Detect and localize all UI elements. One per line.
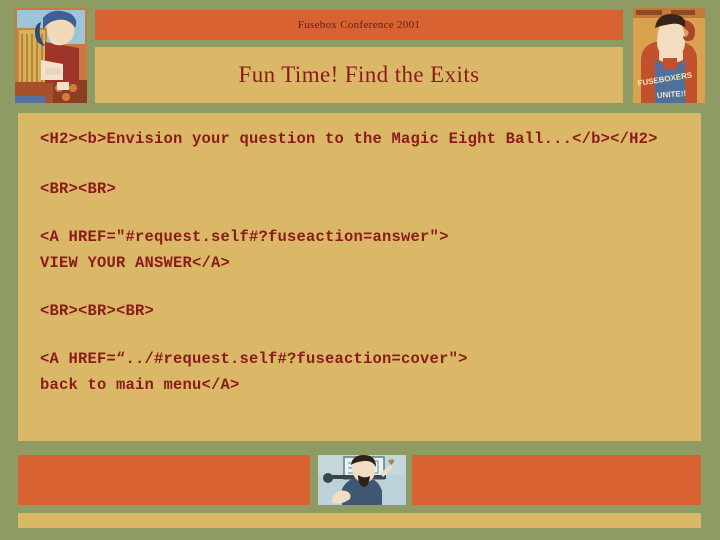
slide: FUSEBOXERS UNITE!! Fusebox Conference 20… — [0, 0, 720, 540]
footer-strip — [18, 513, 701, 528]
footer-bar-left — [18, 455, 310, 505]
code-line-br-triple: <BR><BR><BR> — [40, 302, 155, 321]
code-line-anchor-cover-open: <A HREF=“../#request.self#?fuseaction=co… — [40, 350, 468, 369]
content-panel: <H2><b>Envision your question to the Mag… — [18, 113, 701, 441]
header-right-illustration: FUSEBOXERS UNITE!! — [633, 8, 705, 103]
footer-bar-right — [412, 455, 701, 505]
header-left-illustration — [15, 8, 87, 103]
conference-banner: Fusebox Conference 2001 — [95, 10, 623, 40]
fuseboxers-unite-poster-icon: FUSEBOXERS UNITE!! — [633, 8, 705, 103]
code-line-anchor-answer-open: <A HREF="#request.self#?fuseaction=answe… — [40, 228, 449, 247]
slide-title-bar: Fun Time! Find the Exits — [95, 47, 623, 103]
footer-center-illustration — [318, 455, 406, 505]
code-line-h2: <H2><b>Envision your question to the Mag… — [40, 130, 658, 148]
code-line-br-double: <BR><BR> — [40, 180, 117, 199]
code-line-anchor-cover-text: back to main menu</A> — [40, 376, 240, 395]
man-at-whiteboard-icon — [318, 455, 406, 505]
roman-soldier-icon — [15, 8, 87, 103]
code-line-anchor-answer-text: VIEW YOUR ANSWER</A> — [40, 254, 231, 273]
conference-label: Fusebox Conference 2001 — [297, 19, 421, 31]
page-title: Fun Time! Find the Exits — [238, 62, 480, 87]
